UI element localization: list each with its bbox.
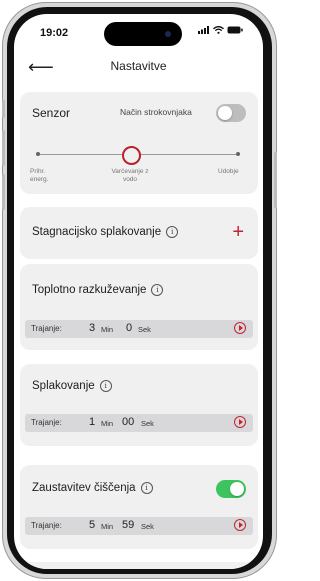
duration-seconds[interactable]: 0 [126,322,132,334]
duration-label: Trajanje: [31,418,62,427]
slider-label-energy: Prihr. energ. [30,168,49,183]
play-icon[interactable] [234,322,246,334]
info-icon[interactable]: i [166,226,179,238]
status-time: 19:02 [40,27,69,39]
stagnation-text: Stagnacijsko splakovanje [32,226,162,238]
flush-card: Splakovanje i Trajanje: 1 Min 00 Sek [20,364,258,446]
slider-stop-comfort[interactable] [236,152,240,156]
info-icon[interactable]: i [99,380,112,392]
seconds-unit: Sek [141,522,154,531]
status-icons [198,26,243,34]
action-button [2,100,5,118]
wifi-icon [213,26,224,34]
sensor-card: Senzor Način strokovnjaka Prihr. energ. … [20,92,258,194]
cleaning-stop-duration-row[interactable]: Trajanje: 5 Min 59 Sek [25,517,253,535]
slider-label-comfort: Udobje [218,168,239,175]
expert-mode-toggle[interactable] [216,104,246,122]
battery-icon [227,26,243,34]
page-title: Nastavitve [110,59,167,73]
slider-label-water: Varčevanje z vodo [111,168,149,183]
signal-icon [198,26,209,34]
volume-up-button [2,130,5,166]
cleaning-stop-card: Zaustavitev čiščenja i Trajanje: 5 Min 59… [20,465,258,549]
duration-seconds[interactable]: 59 [122,519,134,531]
minutes-unit: Min [101,419,114,428]
toggle-knob [230,482,244,496]
thermal-label: Toplotno razkuževanje i [32,284,164,296]
info-icon[interactable]: i [140,482,153,494]
play-icon[interactable] [234,416,246,428]
stagnation-label: Stagnacijsko splakovanje i [32,226,179,238]
add-icon[interactable]: + [232,222,244,242]
flush-duration-row[interactable]: Trajanje: 1 Min 00 Sek [25,414,253,432]
expert-mode-label: Način strokovnjaka [120,107,192,117]
camera-dot [165,31,171,37]
cleaning-stop-toggle[interactable] [216,480,246,498]
toggle-knob [218,106,232,120]
flush-label: Splakovanje i [32,380,112,392]
duration-label: Trajanje: [31,324,62,333]
thermal-card: Toplotno razkuževanje i Trajanje: 3 Min 0… [20,264,258,350]
volume-down-button [2,174,5,210]
power-button [274,152,277,208]
duration-minutes[interactable]: 1 [89,416,95,428]
thermal-text: Toplotno razkuževanje [32,284,147,296]
flush-text: Splakovanje [32,380,95,392]
stagnation-card: Stagnacijsko splakovanje i + [20,207,258,259]
sensor-label: Senzor [32,106,71,120]
thermal-duration-row[interactable]: Trajanje: 3 Min 0 Sek [25,320,253,338]
play-icon[interactable] [234,519,246,531]
next-card-partial [20,562,258,569]
cleaning-stop-label: Zaustavitev čiščenja i [32,482,153,494]
cleaning-stop-text: Zaustavitev čiščenja [32,482,136,494]
nav-bar: ⟵ Nastavitve [14,56,263,80]
screen: 19:02 ⟵ Nastavitve Senzor Način strokovn… [14,14,263,569]
duration-label: Trajanje: [31,521,62,530]
info-icon[interactable]: i [151,284,164,296]
seconds-unit: Sek [141,419,154,428]
duration-minutes[interactable]: 3 [89,322,95,334]
minutes-unit: Min [101,325,114,334]
minutes-unit: Min [101,522,114,531]
slider-stop-energy[interactable] [36,152,40,156]
dynamic-island [104,22,182,46]
slider-thumb[interactable] [122,146,141,165]
duration-seconds[interactable]: 00 [122,416,134,428]
seconds-unit: Sek [138,325,151,334]
duration-minutes[interactable]: 5 [89,519,95,531]
